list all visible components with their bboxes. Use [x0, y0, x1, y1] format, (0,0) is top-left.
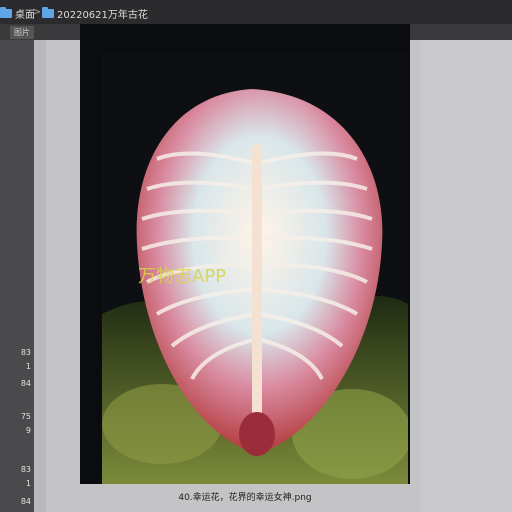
sidebar-value: 9	[25, 426, 31, 435]
top-bar: > 桌面 20220621万年古花	[0, 0, 512, 24]
folder-icon	[0, 7, 12, 18]
sidebar-value: 1	[25, 362, 31, 371]
folder-icon	[42, 7, 54, 18]
sidebar-value: 1	[25, 479, 31, 488]
sidebar-value: 75	[20, 412, 31, 421]
breadcrumb-folder[interactable]: 20220621万年古花	[42, 6, 148, 21]
panel-divider[interactable]	[34, 40, 46, 512]
breadcrumb-desktop-label: 桌面	[15, 10, 35, 21]
sidebar-value: 84	[20, 379, 31, 388]
tab-images[interactable]: 图片	[10, 26, 34, 39]
image-preview[interactable]: 万物志APP	[80, 24, 410, 484]
right-panel	[420, 40, 512, 512]
sidebar-value: 83	[20, 465, 31, 474]
image-filename: 40.幸运花，花界的幸运女神.png	[178, 493, 312, 503]
watermark-text: 万物志APP	[138, 266, 227, 287]
sidebar-value: 84	[20, 497, 31, 506]
sidebar-panel: 83 1 84 75 9 83 1 84	[0, 40, 34, 512]
breadcrumb-folder-label: 20220621万年古花	[57, 10, 148, 21]
breadcrumb-desktop[interactable]: 桌面	[0, 6, 35, 21]
flower-image: 万物志APP	[102, 54, 408, 484]
sidebar-value: 83	[20, 348, 31, 357]
